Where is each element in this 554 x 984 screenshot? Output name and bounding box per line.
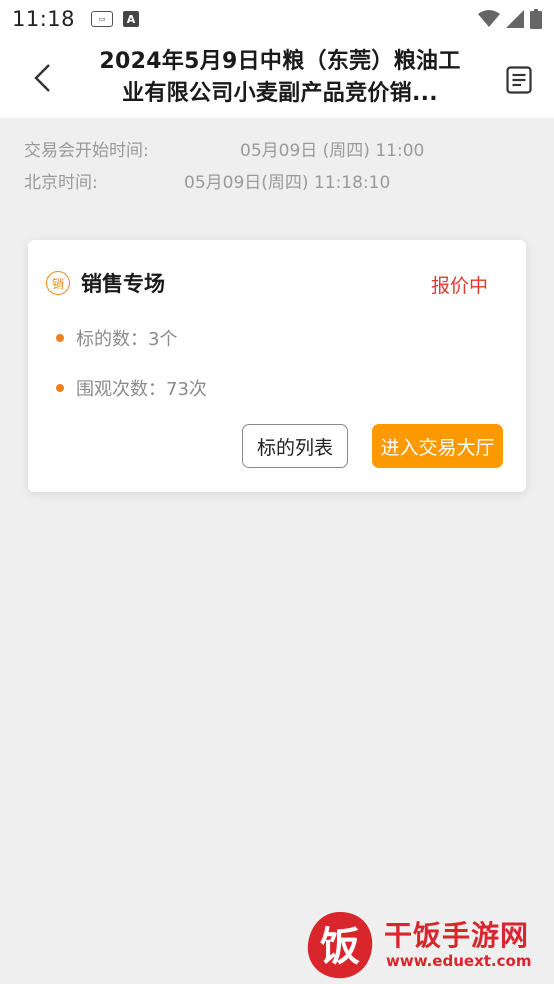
status-badge: 报价中 xyxy=(430,275,488,297)
start-time-value: 05月09日 (周四) 11:00 xyxy=(240,140,425,161)
document-list-icon xyxy=(506,66,532,94)
start-time-row: 交易会开始时间: 05月09日 (周四) 11:00 xyxy=(24,132,534,164)
battery-icon xyxy=(530,9,542,29)
beijing-time-label: 北京时间: xyxy=(24,172,98,193)
lot-count-item: 标的数：3个 xyxy=(56,325,177,351)
watermark-url: www.eduext.com xyxy=(386,952,532,970)
status-bar: 11:18 ▭ A xyxy=(0,0,554,38)
app-notification-icon: ▭ xyxy=(91,11,114,27)
lot-count-text: 标的数：3个 xyxy=(76,329,178,350)
beijing-time-row: 北京时间: 05月09日(周四) 11:18:10 xyxy=(24,164,534,196)
back-arrow-icon xyxy=(34,64,50,92)
watermark-name: 干饭手游网 xyxy=(384,919,530,952)
bullet-dot-icon xyxy=(56,334,64,342)
view-count-item: 围观次数：73次 xyxy=(56,375,207,401)
a-notification-icon: A xyxy=(123,11,140,27)
wifi-icon xyxy=(478,10,500,27)
back-button[interactable] xyxy=(22,56,62,100)
header: 2024年5月9日中粮（东莞）粮油工业有限公司小麦副产品竞价销... xyxy=(0,38,554,118)
bullet-dot-icon xyxy=(56,384,64,392)
watermark-logo-icon: 饭 xyxy=(307,912,373,979)
enter-trading-hall-button[interactable]: 进入交易大厅 xyxy=(372,424,503,468)
view-count-text: 围观次数：73次 xyxy=(76,379,207,400)
watermark: 饭 干饭手游网 www.eduext.com xyxy=(304,908,544,982)
start-time-label: 交易会开始时间: xyxy=(24,140,149,161)
sale-session-card: 销 销售专场 报价中 标的数：3个 围观次数：73次 标的列表 进入交易大厅 xyxy=(28,240,526,492)
status-time: 11:18 xyxy=(12,7,76,31)
page-title: 2024年5月9日中粮（东莞）粮油工业有限公司小麦副产品竞价销... xyxy=(99,49,461,106)
menu-button[interactable] xyxy=(506,66,532,96)
beijing-time-value: 05月09日(周四) 11:18:10 xyxy=(184,172,391,193)
watermark-logo-char: 饭 xyxy=(320,924,360,970)
sale-badge-icon: 销 xyxy=(46,271,70,295)
time-info: 交易会开始时间: 05月09日 (周四) 11:00 北京时间: 05月09日(… xyxy=(24,132,534,196)
card-title: 销售专场 xyxy=(81,272,165,296)
signal-icon xyxy=(506,10,524,28)
lot-list-button[interactable]: 标的列表 xyxy=(242,424,348,468)
status-indicators xyxy=(478,9,542,29)
